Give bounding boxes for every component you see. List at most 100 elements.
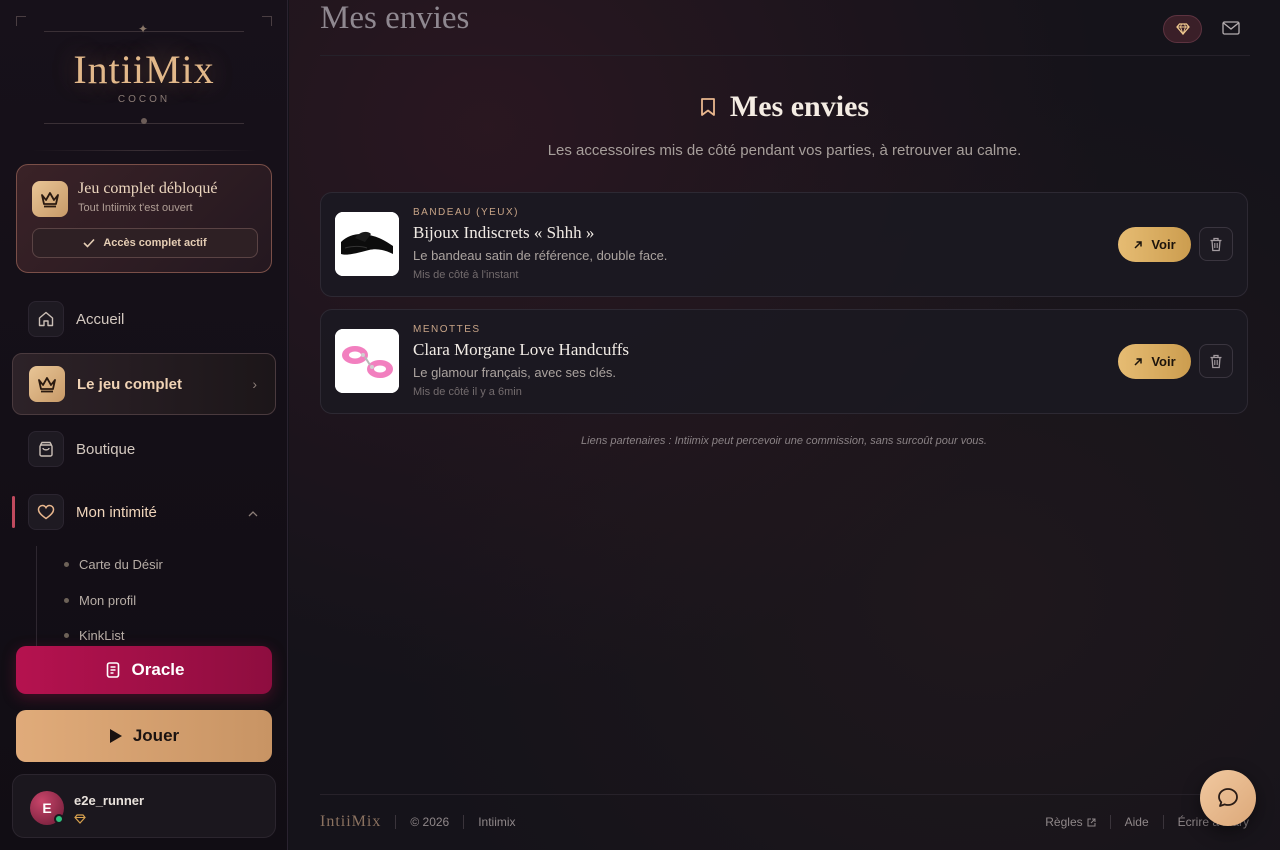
svg-text:Shhh: Shhh <box>379 254 390 259</box>
page-title: Mes envies <box>729 90 870 123</box>
nav-item-shop[interactable]: Boutique <box>12 418 276 480</box>
bullet <box>64 561 69 567</box>
divider <box>32 150 256 151</box>
view-label: Voir <box>1151 237 1176 252</box>
arrow-up-right-icon <box>1134 357 1143 366</box>
arrow-up-right-icon <box>1134 240 1143 249</box>
separator <box>1162 815 1164 829</box>
subnav-label: Mon profil <box>79 592 137 608</box>
online-status-dot <box>54 814 64 824</box>
product-description: Le bandeau satin de référence, double fa… <box>413 248 668 263</box>
rules-label: Règles <box>1045 815 1083 829</box>
unlock-status-card: Jeu complet débloqué Tout Intiimix t'est… <box>16 164 272 273</box>
divider <box>320 55 1250 56</box>
diamond-icon <box>1175 23 1190 35</box>
product-name[interactable]: Bijoux Indiscrets « Shhh » <box>413 223 594 243</box>
footer-brand: Intiimix <box>478 815 516 829</box>
username: e2e_runner <box>74 793 145 808</box>
product-description: Le glamour français, avec ses clés. <box>413 365 617 380</box>
sidebar: ✦ IntiiMix COCON Jeu complet débloqué To… <box>0 0 288 850</box>
diamond-icon <box>74 811 86 829</box>
copyright: © 2026 <box>410 815 450 829</box>
crown-icon <box>32 181 68 217</box>
external-link-icon <box>1087 818 1096 826</box>
bullet <box>64 632 69 638</box>
nav-item-full-game[interactable]: Le jeu complet › <box>12 353 276 415</box>
affiliate-note: Liens partenaires : Intiimix peut percev… <box>581 435 987 447</box>
view-button[interactable]: Voir <box>1118 227 1191 262</box>
page-header: Mes envies Les accessoires mis de côté p… <box>320 90 1249 159</box>
scroll-icon <box>106 662 119 678</box>
unlock-subtitle: Tout Intiimix t'est ouvert <box>78 202 193 214</box>
main-content: Mes envies Mes envies Les accessoires mi… <box>289 0 1280 850</box>
heart-icon <box>28 494 64 530</box>
nav-item-home[interactable]: Accueil <box>12 288 276 350</box>
play-label: Jouer <box>132 726 180 745</box>
access-status-badge[interactable]: Accès complet actif <box>32 228 258 258</box>
brand-tagline: COCON <box>117 94 171 105</box>
product-thumbnail[interactable] <box>335 329 399 393</box>
play-icon <box>109 729 122 743</box>
wishlist-item: Shhh BANDEAU (YEUX) Bijoux Indiscrets « … <box>320 192 1248 297</box>
delete-button[interactable] <box>1199 227 1233 261</box>
brand-logo[interactable]: IntiiMix <box>16 46 272 93</box>
subnav-label: KinkList <box>79 627 125 643</box>
subnav-item-profile[interactable]: Mon profil <box>37 590 136 610</box>
footer: IntiiMix © 2026 Intiimix Règles Aide Écr… <box>320 812 1249 832</box>
play-button[interactable]: Jouer <box>16 710 272 762</box>
crown-icon <box>29 366 65 402</box>
footer-logo[interactable]: IntiiMix <box>320 813 381 831</box>
separator <box>395 815 397 829</box>
view-label: Voir <box>1151 354 1176 369</box>
nav-label: Accueil <box>76 310 125 328</box>
product-category: BANDEAU (YEUX) <box>413 207 520 218</box>
access-label: Accès complet actif <box>103 237 207 249</box>
chat-bubble-icon <box>1218 788 1238 807</box>
user-card[interactable]: E e2e_runner <box>12 774 276 838</box>
subnav-label: Carte du Désir <box>79 556 163 572</box>
rules-link[interactable]: Règles <box>1045 815 1096 829</box>
check-icon <box>83 238 95 248</box>
separator <box>1109 815 1111 829</box>
unlock-title: Jeu complet débloqué <box>78 180 218 197</box>
ornament-dot <box>141 118 147 124</box>
view-button[interactable]: Voir <box>1118 344 1191 379</box>
nav-label: Le jeu complet <box>77 375 183 393</box>
page-description: Les accessoires mis de côté pendant vos … <box>547 142 1022 159</box>
chat-button[interactable] <box>1200 770 1256 826</box>
product-category: MENOTTES <box>413 324 481 335</box>
subnav-item-kinklist[interactable]: KinkList <box>37 625 125 645</box>
chevron-right-icon: › <box>252 376 257 392</box>
premium-button[interactable] <box>1163 15 1202 43</box>
subnav-item-desire-map[interactable]: Carte du Désir <box>37 554 163 574</box>
product-thumbnail[interactable]: Shhh <box>335 212 399 276</box>
nav-label: Mon intimité <box>76 503 157 521</box>
mail-icon <box>1222 21 1240 35</box>
divider <box>320 794 1249 795</box>
trash-icon <box>1210 237 1222 251</box>
corner-ornament <box>262 16 272 26</box>
trash-icon <box>1210 354 1222 368</box>
sparkle-icon: ✦ <box>138 22 149 36</box>
intimacy-subnav: Carte du Désir Mon profil KinkList <box>36 546 276 646</box>
shopping-bag-icon <box>28 431 64 467</box>
product-name[interactable]: Clara Morgane Love Handcuffs <box>413 340 629 360</box>
bookmark-icon <box>701 98 715 116</box>
topbar-title: Mes envies <box>320 0 470 36</box>
oracle-button[interactable]: Oracle <box>16 646 272 694</box>
chevron-up-icon[interactable] <box>248 504 258 520</box>
delete-button[interactable] <box>1199 344 1233 378</box>
saved-timestamp: Mis de côté il y a 6min <box>413 386 522 398</box>
nav-label: Boutique <box>76 440 136 458</box>
help-link[interactable]: Aide <box>1125 815 1149 829</box>
saved-timestamp: Mis de côté à l'instant <box>413 269 519 281</box>
home-icon <box>28 301 64 337</box>
separator <box>463 815 465 829</box>
mail-button[interactable] <box>1218 15 1244 41</box>
corner-ornament <box>16 16 26 26</box>
bullet <box>64 597 69 603</box>
nav-item-intimacy[interactable]: Mon intimité <box>12 481 276 543</box>
oracle-label: Oracle <box>131 660 185 679</box>
page-title-row: Mes envies <box>700 90 869 124</box>
wishlist-item: MENOTTES Clara Morgane Love Handcuffs Le… <box>320 309 1248 414</box>
